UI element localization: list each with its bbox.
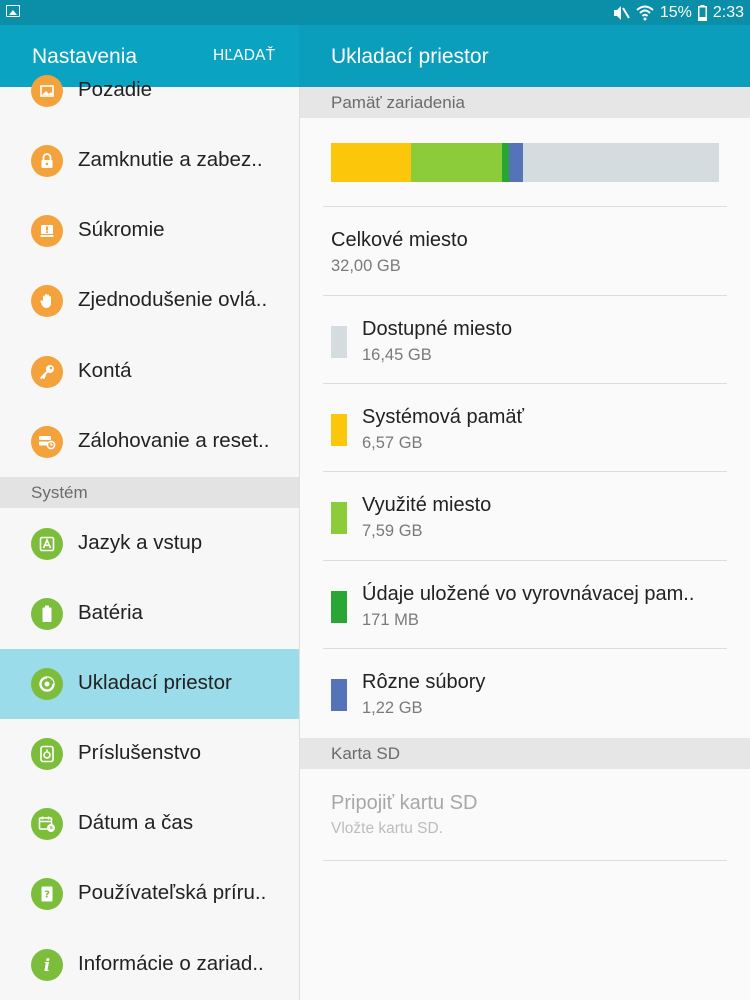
sidebar-item-label: Pozadie bbox=[78, 78, 153, 101]
legend-swatch-used bbox=[331, 502, 347, 534]
sidebar-item-language[interactable]: Jazyk a vstup bbox=[0, 509, 299, 579]
sidebar-item-label: Používateľská príru.. bbox=[78, 881, 267, 904]
svg-text:?: ? bbox=[44, 890, 50, 901]
sidebar-item-wallpaper[interactable]: Pozadie bbox=[0, 56, 299, 126]
available-space-row[interactable]: Dostupné miesto 16,45 GB bbox=[300, 296, 750, 384]
sidebar-item-lock[interactable]: Zamknutie a zabez.. bbox=[0, 126, 299, 196]
sidebar-item-label: Ukladací priestor bbox=[78, 671, 232, 694]
row-value: 7,59 GB bbox=[362, 522, 423, 540]
sidebar-item-device-info[interactable]: i Informácie o zariad.. bbox=[0, 930, 299, 1000]
sidebar-item-user-manual[interactable]: ? Používateľská príru.. bbox=[0, 859, 299, 929]
row-title: Celkové miesto bbox=[331, 229, 468, 251]
backup-icon bbox=[31, 426, 63, 458]
row-title: Údaje uložené vo vyrovnávacej pam.. bbox=[362, 583, 695, 605]
manual-icon: ? bbox=[31, 878, 63, 910]
section-title: Pamäť zariadenia bbox=[331, 93, 465, 112]
sidebar-item-label: Informácie o zariad.. bbox=[78, 952, 264, 975]
divider bbox=[323, 860, 727, 861]
battery-icon bbox=[697, 4, 707, 21]
row-subtitle: Vložte kartu SD. bbox=[331, 820, 443, 837]
wifi-icon bbox=[636, 5, 654, 20]
cached-data-row[interactable]: Údaje uložené vo vyrovnávacej pam.. 171 … bbox=[300, 561, 750, 649]
misc-files-row[interactable]: Rôzne súbory 1,22 GB bbox=[300, 649, 750, 737]
section-title: Karta SD bbox=[331, 744, 400, 763]
section-header-device-memory: Pamäť zariadenia bbox=[300, 87, 750, 118]
section-header-system: Systém bbox=[0, 477, 299, 508]
sidebar-item-label: Jazyk a vstup bbox=[78, 531, 203, 554]
svg-text:i: i bbox=[44, 956, 50, 974]
row-title: Pripojiť kartu SD bbox=[331, 792, 478, 814]
usage-segment-available bbox=[523, 143, 719, 182]
sidebar-item-label: Zjednodušenie ovlá.. bbox=[78, 288, 268, 311]
sidebar-item-label: Súkromie bbox=[78, 218, 165, 241]
total-space-row: Celkové miesto 32,00 GB bbox=[300, 207, 750, 295]
mount-sd-card-row[interactable]: Pripojiť kartu SD Vložte kartu SD. bbox=[300, 770, 750, 858]
clock: 2:33 bbox=[712, 3, 744, 21]
mute-icon bbox=[613, 5, 630, 20]
key-icon bbox=[31, 356, 63, 388]
status-bar: 15% 2:33 bbox=[0, 0, 750, 25]
sidebar-item-accessories[interactable]: Príslušenstvo bbox=[0, 719, 299, 789]
sidebar-item-label: Zamknutie a zabez.. bbox=[78, 148, 263, 171]
usage-segment-used bbox=[410, 143, 503, 182]
sidebar-item-label: Dátum a čas bbox=[78, 811, 194, 834]
gallery-icon bbox=[6, 5, 20, 17]
row-value: 1,22 GB bbox=[362, 699, 423, 717]
privacy-icon bbox=[31, 215, 63, 247]
accessory-icon bbox=[31, 738, 63, 770]
section-title: Systém bbox=[31, 483, 88, 502]
language-icon bbox=[31, 528, 63, 560]
sidebar-item-storage[interactable]: Ukladací priestor bbox=[0, 649, 299, 719]
sidebar-item-backup[interactable]: Zálohovanie a reset.. bbox=[0, 407, 299, 477]
sidebar-item-date-time[interactable]: Dátum a čas bbox=[0, 789, 299, 859]
sidebar-item-label: Príslušenstvo bbox=[78, 741, 202, 764]
legend-swatch-cache bbox=[331, 591, 347, 623]
row-value: 16,45 GB bbox=[362, 346, 432, 364]
sidebar-item-privacy[interactable]: Súkromie bbox=[0, 196, 299, 266]
row-title: Systémová pamäť bbox=[362, 406, 525, 428]
sidebar-item-label: Kontá bbox=[78, 359, 132, 382]
battery-percent: 15% bbox=[659, 3, 692, 21]
legend-swatch-misc bbox=[331, 679, 347, 711]
detail-app-bar: Ukladací priestor bbox=[299, 25, 750, 87]
sidebar-item-accounts[interactable]: Kontá bbox=[0, 337, 299, 407]
usage-segment-system bbox=[331, 143, 411, 182]
used-space-row[interactable]: Využité miesto 7,59 GB bbox=[300, 472, 750, 560]
storage-usage-bar bbox=[331, 143, 719, 182]
sidebar-item-accessibility[interactable]: Zjednodušenie ovlá.. bbox=[0, 266, 299, 336]
storage-icon bbox=[31, 668, 63, 700]
lock-icon bbox=[31, 145, 63, 177]
row-value: 171 MB bbox=[362, 611, 419, 629]
wallpaper-icon bbox=[31, 75, 63, 107]
row-value: 6,57 GB bbox=[362, 434, 423, 452]
row-value: 32,00 GB bbox=[331, 257, 401, 275]
sidebar-item-label: Zálohovanie a reset.. bbox=[78, 429, 270, 452]
row-title: Využité miesto bbox=[362, 494, 492, 516]
hand-icon bbox=[31, 285, 63, 317]
info-icon: i bbox=[31, 949, 63, 981]
system-memory-row[interactable]: Systémová pamäť 6,57 GB bbox=[300, 384, 750, 472]
section-header-sd-card: Karta SD bbox=[300, 738, 750, 769]
row-title: Rôzne súbory bbox=[362, 671, 486, 693]
page-title: Ukladací priestor bbox=[331, 45, 489, 68]
legend-swatch-available bbox=[331, 326, 347, 358]
row-title: Dostupné miesto bbox=[362, 318, 513, 340]
battery-icon bbox=[31, 598, 63, 630]
sidebar-item-battery[interactable]: Batéria bbox=[0, 579, 299, 649]
storage-detail-panel: Pamäť zariadenia Celkové miesto 32,00 GB… bbox=[300, 87, 750, 1000]
usage-segment-misc bbox=[508, 143, 524, 182]
calendar-icon bbox=[31, 808, 63, 840]
sidebar-item-label: Batéria bbox=[78, 601, 143, 624]
legend-swatch-system bbox=[331, 414, 347, 446]
